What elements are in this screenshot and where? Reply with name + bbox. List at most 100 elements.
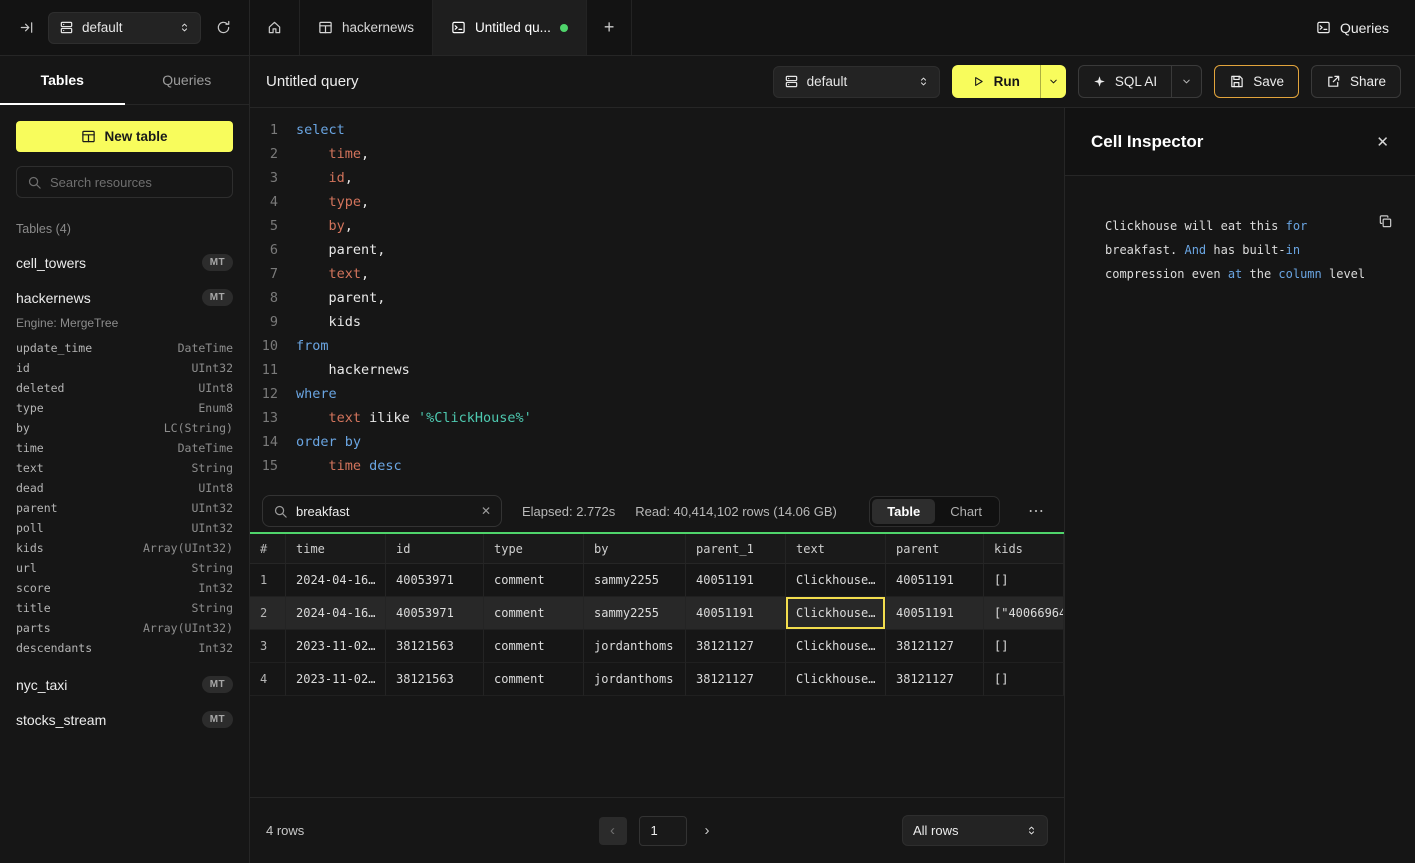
sidebar-table-cell-towers[interactable]: cell_towers MT <box>16 254 233 271</box>
query-database-select[interactable]: default <box>773 66 940 98</box>
table-cell[interactable]: 3 <box>250 630 286 663</box>
table-column-row[interactable]: descendantsInt32 <box>16 638 233 658</box>
sidebar-tab-tables[interactable]: Tables <box>0 56 125 104</box>
table-column-row[interactable]: textString <box>16 458 233 478</box>
column-header[interactable]: type <box>484 534 584 564</box>
table-column-row[interactable]: parentUInt32 <box>16 498 233 518</box>
table-row[interactable]: 22024-04-16…40053971commentsammy22554005… <box>250 597 1064 630</box>
table-cell[interactable]: 40053971 <box>386 564 484 597</box>
table-cell[interactable]: 40051191 <box>686 564 786 597</box>
sidebar-table-hackernews[interactable]: hackernews MT <box>16 289 233 306</box>
table-column-row[interactable]: pollUInt32 <box>16 518 233 538</box>
column-header[interactable]: # <box>250 534 286 564</box>
sql-editor[interactable]: 1select2 time,3 id,4 type,5 by,6 parent,… <box>250 108 1064 490</box>
table-cell[interactable]: 40051191 <box>886 597 984 630</box>
code-line[interactable]: 11 hackernews <box>250 358 1064 382</box>
close-inspector-button[interactable]: ✕ <box>1376 133 1389 151</box>
code-line[interactable]: 2 time, <box>250 142 1064 166</box>
table-cell[interactable]: 2 <box>250 597 286 630</box>
table-cell[interactable]: comment <box>484 630 584 663</box>
resource-search-input[interactable] <box>50 175 222 190</box>
column-header[interactable]: parent_1 <box>686 534 786 564</box>
new-tab-button[interactable]: + <box>587 0 633 55</box>
page-number-input[interactable]: 1 <box>639 816 687 846</box>
code-line[interactable]: 9 kids <box>250 310 1064 334</box>
clear-search-button[interactable]: ✕ <box>481 504 491 518</box>
table-column-row[interactable]: idUInt32 <box>16 358 233 378</box>
table-cell[interactable]: [] <box>984 564 1064 597</box>
column-header[interactable]: parent <box>886 534 984 564</box>
save-button[interactable]: Save <box>1214 65 1299 98</box>
table-cell[interactable]: Clickhouse… <box>786 663 886 696</box>
sidebar-tab-queries[interactable]: Queries <box>125 56 250 104</box>
code-line[interactable]: 14order by <box>250 430 1064 454</box>
table-cell[interactable]: 2023-11-02… <box>286 663 386 696</box>
table-cell[interactable]: jordanthoms <box>584 630 686 663</box>
table-cell[interactable]: comment <box>484 663 584 696</box>
tab-untitled-query[interactable]: Untitled qu... <box>433 0 587 55</box>
table-cell[interactable]: sammy2255 <box>584 564 686 597</box>
column-header[interactable]: by <box>584 534 686 564</box>
code-line[interactable]: 5 by, <box>250 214 1064 238</box>
sql-ai-button[interactable]: SQL AI <box>1078 65 1202 98</box>
table-column-row[interactable]: deadUInt8 <box>16 478 233 498</box>
tab-home[interactable] <box>250 0 300 55</box>
previous-page-button[interactable]: ‹ <box>599 817 627 845</box>
column-header[interactable]: time <box>286 534 386 564</box>
table-cell[interactable]: Clickhouse… <box>786 597 886 630</box>
refresh-button[interactable] <box>209 14 237 42</box>
table-cell[interactable]: 2024-04-16… <box>286 597 386 630</box>
table-cell[interactable]: Clickhouse… <box>786 630 886 663</box>
table-column-row[interactable]: titleString <box>16 598 233 618</box>
table-column-row[interactable]: timeDateTime <box>16 438 233 458</box>
table-cell[interactable]: 2024-04-16… <box>286 564 386 597</box>
code-line[interactable]: 8 parent, <box>250 286 1064 310</box>
table-column-row[interactable]: deletedUInt8 <box>16 378 233 398</box>
table-cell[interactable]: 38121127 <box>686 630 786 663</box>
table-cell[interactable]: 40051191 <box>686 597 786 630</box>
table-column-row[interactable]: byLC(String) <box>16 418 233 438</box>
queries-button[interactable]: Queries <box>1316 20 1389 36</box>
table-cell[interactable]: ["40066964… <box>984 597 1064 630</box>
run-button[interactable]: Run <box>952 65 1040 98</box>
table-cell[interactable]: comment <box>484 564 584 597</box>
column-header[interactable]: id <box>386 534 484 564</box>
tab-hackernews[interactable]: hackernews <box>300 0 433 55</box>
table-cell[interactable]: 1 <box>250 564 286 597</box>
table-cell[interactable]: 38121127 <box>686 663 786 696</box>
table-column-row[interactable]: typeEnum8 <box>16 398 233 418</box>
table-column-row[interactable]: kidsArray(UInt32) <box>16 538 233 558</box>
column-header[interactable]: text <box>786 534 886 564</box>
table-cell[interactable]: 2023-11-02… <box>286 630 386 663</box>
view-toggle-table[interactable]: Table <box>872 499 935 524</box>
code-line[interactable]: 6 parent, <box>250 238 1064 262</box>
view-toggle-chart[interactable]: Chart <box>935 499 997 524</box>
table-cell[interactable]: [] <box>984 630 1064 663</box>
collapse-sidebar-button[interactable] <box>12 14 40 42</box>
sidebar-table-stocks-stream[interactable]: stocks_stream MT <box>16 711 233 728</box>
code-line[interactable]: 3 id, <box>250 166 1064 190</box>
table-cell[interactable]: 4 <box>250 663 286 696</box>
rows-per-page-select[interactable]: All rows <box>902 815 1048 846</box>
code-line[interactable]: 13 text ilike '%ClickHouse%' <box>250 406 1064 430</box>
table-cell[interactable]: 38121563 <box>386 630 484 663</box>
code-line[interactable]: 7 text, <box>250 262 1064 286</box>
column-header[interactable]: kids <box>984 534 1064 564</box>
code-line[interactable]: 15 time desc <box>250 454 1064 478</box>
sql-ai-options-button[interactable] <box>1171 66 1201 97</box>
table-cell[interactable]: [] <box>984 663 1064 696</box>
table-cell[interactable]: Clickhouse… <box>786 564 886 597</box>
topbar-database-select[interactable]: default <box>48 12 201 44</box>
code-line[interactable]: 12where <box>250 382 1064 406</box>
table-row[interactable]: 32023-11-02…38121563commentjordanthoms38… <box>250 630 1064 663</box>
next-page-button[interactable]: › <box>699 822 716 839</box>
sidebar-table-nyc-taxi[interactable]: nyc_taxi MT <box>16 676 233 693</box>
table-cell[interactable]: 40053971 <box>386 597 484 630</box>
new-table-button[interactable]: New table <box>16 121 233 152</box>
table-column-row[interactable]: partsArray(UInt32) <box>16 618 233 638</box>
table-column-row[interactable]: urlString <box>16 558 233 578</box>
table-row[interactable]: 12024-04-16…40053971commentsammy22554005… <box>250 564 1064 597</box>
results-search-input[interactable] <box>296 504 473 519</box>
table-cell[interactable]: sammy2255 <box>584 597 686 630</box>
table-cell[interactable]: 38121563 <box>386 663 484 696</box>
